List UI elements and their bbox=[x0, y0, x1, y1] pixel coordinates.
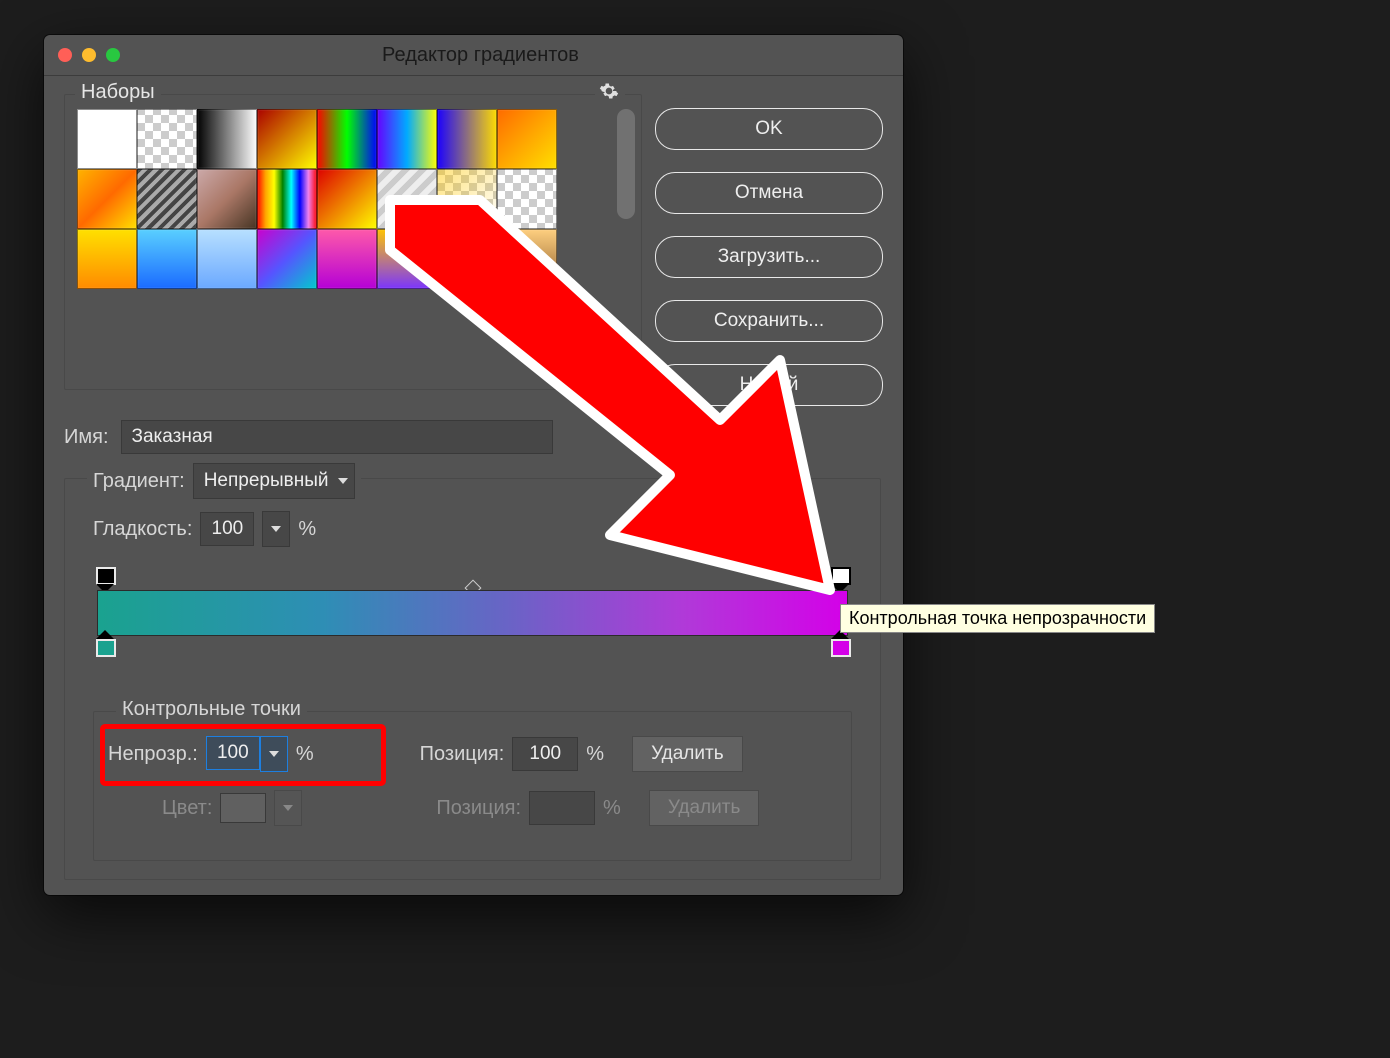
gradient-type-label: Градиент: bbox=[93, 470, 185, 493]
new-button[interactable]: Новый bbox=[655, 364, 883, 406]
preset-swatch[interactable] bbox=[257, 229, 317, 289]
opacity-position-input[interactable]: 100 bbox=[512, 737, 578, 771]
preset-swatch[interactable] bbox=[317, 109, 377, 169]
preset-swatch[interactable] bbox=[137, 229, 197, 289]
preset-swatch[interactable] bbox=[497, 109, 557, 169]
chevron-down-icon bbox=[271, 526, 281, 532]
control-points-fieldset: Контрольные точки Непрозр.: 100 % Позици… bbox=[93, 711, 852, 861]
save-button[interactable]: Сохранить... bbox=[655, 300, 883, 342]
color-position-input bbox=[529, 791, 595, 825]
gear-icon[interactable] bbox=[595, 81, 625, 103]
preset-swatch[interactable] bbox=[77, 169, 137, 229]
preset-swatch[interactable] bbox=[257, 109, 317, 169]
preset-swatch[interactable] bbox=[137, 109, 197, 169]
gradient-bar-area bbox=[97, 575, 848, 637]
preset-swatch[interactable] bbox=[197, 109, 257, 169]
color-stepper[interactable] bbox=[274, 790, 302, 826]
gradient-type-value: Непрерывный bbox=[204, 470, 329, 492]
preset-swatch[interactable] bbox=[317, 169, 377, 229]
opacity-row: Непрозр.: 100 % Позиция: 100 % Удалить bbox=[108, 736, 743, 772]
preset-swatch[interactable] bbox=[377, 109, 437, 169]
preset-swatch[interactable] bbox=[437, 169, 497, 229]
tooltip: Контрольная точка непрозрачности bbox=[840, 604, 1155, 633]
preset-swatch[interactable] bbox=[377, 229, 437, 289]
gradient-type-row: Градиент: Непрерывный bbox=[87, 463, 361, 499]
preset-swatch[interactable] bbox=[197, 229, 257, 289]
smoothness-unit: % bbox=[298, 518, 316, 541]
ok-button[interactable]: OK bbox=[655, 108, 883, 150]
opacity-delete-button[interactable]: Удалить bbox=[632, 736, 743, 772]
cancel-button[interactable]: Отмена bbox=[655, 172, 883, 214]
preset-swatch[interactable] bbox=[77, 109, 137, 169]
gradient-fieldset: Градиент: Непрерывный Гладкость: 100 % bbox=[64, 478, 881, 880]
name-row: Имя: Заказная bbox=[64, 420, 553, 454]
color-delete-button: Удалить bbox=[649, 790, 760, 826]
smoothness-stepper[interactable] bbox=[262, 511, 290, 547]
chevron-down-icon bbox=[269, 751, 279, 757]
opacity-stepper[interactable] bbox=[260, 736, 288, 772]
color-label: Цвет: bbox=[162, 797, 212, 820]
preset-swatch[interactable] bbox=[257, 169, 317, 229]
action-buttons: OK Отмена Загрузить... Сохранить... Новы… bbox=[655, 108, 881, 406]
titlebar: Редактор градиентов bbox=[44, 35, 903, 76]
opacity-position-unit: % bbox=[586, 743, 604, 766]
color-row: Цвет: Позиция: % Удалить bbox=[162, 790, 759, 826]
preset-swatches bbox=[77, 109, 601, 377]
preset-swatch[interactable] bbox=[497, 169, 557, 229]
preset-swatch[interactable] bbox=[497, 229, 557, 289]
color-position-label: Позиция: bbox=[436, 797, 521, 820]
color-swatch[interactable] bbox=[220, 793, 266, 823]
preset-swatch[interactable] bbox=[437, 109, 497, 169]
chevron-down-icon bbox=[338, 478, 348, 484]
gradient-preview-bar[interactable] bbox=[97, 590, 848, 636]
load-button[interactable]: Загрузить... bbox=[655, 236, 883, 278]
control-points-label: Контрольные точки bbox=[116, 698, 307, 721]
opacity-stop-right[interactable] bbox=[831, 569, 849, 587]
gradient-editor-window: Редактор градиентов Наборы bbox=[44, 35, 903, 895]
opacity-label: Непрозр.: bbox=[108, 743, 198, 766]
preset-swatch[interactable] bbox=[437, 229, 497, 289]
name-input[interactable]: Заказная bbox=[121, 420, 553, 454]
window-title: Редактор градиентов bbox=[72, 44, 889, 67]
opacity-stop-left[interactable] bbox=[96, 569, 114, 587]
preset-swatch[interactable] bbox=[197, 169, 257, 229]
name-label: Имя: bbox=[64, 426, 109, 449]
close-icon[interactable] bbox=[58, 48, 72, 62]
color-position-unit: % bbox=[603, 797, 621, 820]
opacity-unit: % bbox=[296, 743, 314, 766]
smoothness-input[interactable]: 100 bbox=[200, 512, 254, 546]
preset-swatch[interactable] bbox=[137, 169, 197, 229]
color-stop-left[interactable] bbox=[96, 637, 114, 659]
smoothness-row: Гладкость: 100 % bbox=[93, 511, 316, 547]
opacity-input[interactable]: 100 bbox=[206, 736, 260, 770]
chevron-down-icon bbox=[283, 805, 293, 811]
preset-swatch[interactable] bbox=[317, 229, 377, 289]
smoothness-label: Гладкость: bbox=[93, 518, 192, 541]
preset-swatch[interactable] bbox=[377, 169, 437, 229]
presets-scrollbar[interactable] bbox=[617, 109, 635, 219]
opacity-position-label: Позиция: bbox=[420, 743, 505, 766]
preset-swatch[interactable] bbox=[77, 229, 137, 289]
presets-label: Наборы bbox=[75, 81, 161, 104]
gradient-type-select[interactable]: Непрерывный bbox=[193, 463, 356, 499]
presets-fieldset: Наборы bbox=[64, 94, 642, 390]
color-stop-right[interactable] bbox=[831, 637, 849, 659]
